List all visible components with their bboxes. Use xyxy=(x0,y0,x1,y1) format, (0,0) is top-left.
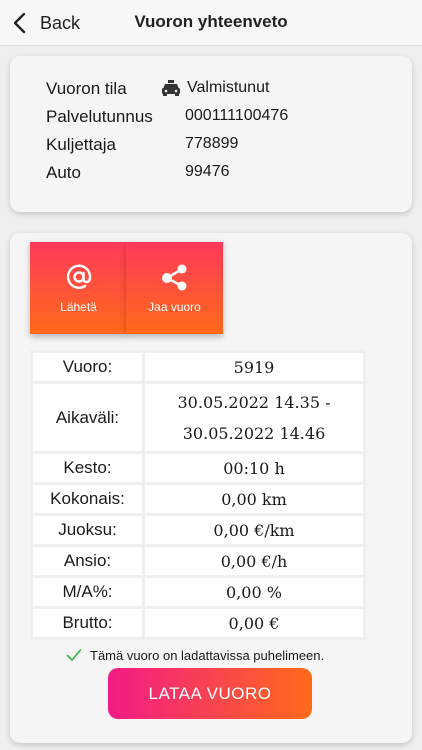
row-key: M/A%: xyxy=(30,575,145,609)
table-row: Kesto: 00:10 h xyxy=(30,451,366,485)
table-row: Brutto: 0,00 € xyxy=(30,606,366,640)
row-key: Kokonais: xyxy=(30,482,145,516)
interval-end: 30.05.2022 14.46 xyxy=(182,423,326,443)
row-key: Brutto: xyxy=(30,606,145,640)
row-value: 0,00 % xyxy=(142,575,366,609)
info-key: Palvelutunnus xyxy=(46,107,153,126)
row-key: Aikaväli: xyxy=(30,381,145,454)
row-key: Vuoro: xyxy=(30,350,145,384)
shift-summary-card: Lähetä Jaa vuoro Vuoro: 5919 Aikaväli: 3… xyxy=(10,233,412,743)
info-value: 99476 xyxy=(185,163,230,180)
table-row: Aikaväli: 30.05.2022 14.35 - 30.05.2022 … xyxy=(30,381,366,454)
page-title: Vuoron yhteenveto xyxy=(134,12,288,31)
nav-bar: Back Vuoron yhteenveto xyxy=(0,0,422,46)
table-row: Juoksu: 0,00 €/km xyxy=(30,513,366,547)
download-note: Tämä vuoro on ladattavissa puhelimeen. xyxy=(66,645,324,665)
interval-start: 30.05.2022 14.35 - xyxy=(177,392,331,412)
share-label: Jaa vuoro xyxy=(148,300,201,314)
taxi-icon xyxy=(161,79,181,97)
share-icon xyxy=(160,262,190,292)
shift-info-card: Vuoron tila Valmistunut Palvelutunnus 00… xyxy=(10,56,412,212)
table-row: Ansio: 0,00 €/h xyxy=(30,544,366,578)
row-value: 0,00 € xyxy=(142,606,366,640)
row-value: 00:10 h xyxy=(142,451,366,485)
send-label: Lähetä xyxy=(60,300,97,314)
table-row: M/A%: 0,00 % xyxy=(30,575,366,609)
info-value: 778899 xyxy=(185,135,239,152)
row-key: Ansio: xyxy=(30,544,145,578)
row-value: 0,00 km xyxy=(142,482,366,516)
table-row: Kokonais: 0,00 km xyxy=(30,482,366,516)
row-key: Juoksu: xyxy=(30,513,145,547)
info-key: Kuljettaja xyxy=(46,135,116,154)
row-value: 0,00 €/km xyxy=(142,513,366,547)
info-value: Valmistunut xyxy=(162,79,270,97)
table-row: Vuoro: 5919 xyxy=(30,350,366,384)
send-button[interactable]: Lähetä xyxy=(30,242,127,334)
at-sign-icon xyxy=(64,262,94,292)
shift-summary-table: Vuoro: 5919 Aikaväli: 30.05.2022 14.35 -… xyxy=(30,350,366,640)
row-value: 0,00 €/h xyxy=(142,544,366,578)
row-value: 5919 xyxy=(142,350,366,384)
info-key: Auto xyxy=(46,163,81,182)
row-value: 30.05.2022 14.35 - 30.05.2022 14.46 xyxy=(142,381,366,454)
note-text: Tämä vuoro on ladattavissa puhelimeen. xyxy=(90,647,325,663)
row-key: Kesto: xyxy=(30,451,145,485)
share-shift-button[interactable]: Jaa vuoro xyxy=(126,242,223,334)
info-value: 000111100476 xyxy=(185,107,289,124)
info-key: Vuoron tila xyxy=(46,79,127,98)
status-value: Valmistunut xyxy=(187,79,270,96)
load-shift-button[interactable]: LATAA VUORO xyxy=(108,668,312,719)
check-icon xyxy=(66,648,82,662)
